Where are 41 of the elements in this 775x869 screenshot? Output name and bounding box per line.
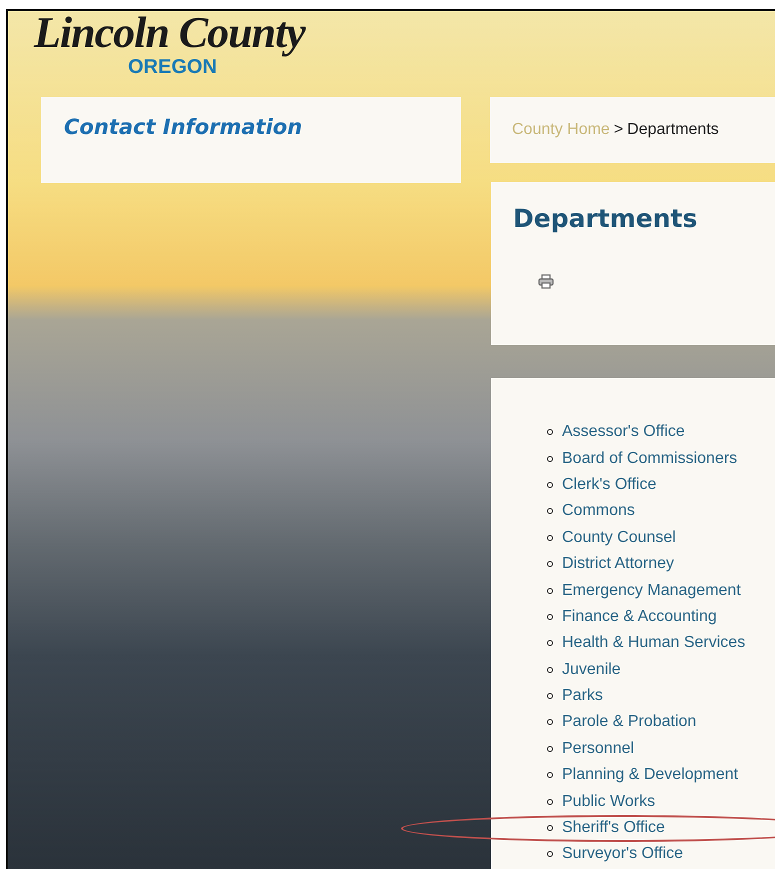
bullet-icon <box>547 640 553 646</box>
department-link[interactable]: Public Works <box>562 792 656 811</box>
department-link[interactable]: Parks <box>562 687 603 706</box>
bullet-icon <box>547 588 553 594</box>
bullet-icon <box>547 851 553 858</box>
department-link[interactable]: Assessor's Office <box>562 423 685 442</box>
bullet-icon <box>547 534 553 541</box>
department-link[interactable]: Personnel <box>562 740 634 758</box>
bullet-icon <box>547 772 553 778</box>
bullet-icon <box>547 693 553 700</box>
department-link[interactable]: Parole & Probation <box>562 713 696 732</box>
logo-title: Lincoln County <box>34 11 307 55</box>
department-link[interactable]: Board of Commissioners <box>562 450 738 468</box>
breadcrumb-current: Departments <box>627 121 719 139</box>
department-link[interactable]: Sheriff's Office <box>562 819 665 838</box>
bullet-icon <box>547 482 553 488</box>
bullet-icon <box>547 508 553 514</box>
department-link[interactable]: Health & Human Services <box>562 634 746 652</box>
bullet-icon <box>547 666 553 673</box>
bullet-icon <box>547 456 553 462</box>
contact-heading: Contact Information <box>64 115 302 139</box>
department-link[interactable]: Surveyor's Office <box>562 845 684 864</box>
breadcrumb-separator: > <box>614 121 624 139</box>
bullet-icon <box>547 798 553 805</box>
bullet-icon <box>547 561 553 568</box>
department-link[interactable]: Juvenile <box>562 660 621 679</box>
page-title: Departments <box>513 204 698 233</box>
bullet-icon <box>547 429 553 436</box>
print-icon[interactable] <box>538 274 554 289</box>
bullet-icon <box>547 719 553 726</box>
department-link[interactable]: Finance & Accounting <box>562 608 717 626</box>
department-link[interactable]: District Attorney <box>562 555 674 574</box>
department-link[interactable]: Commons <box>562 502 635 520</box>
bullet-icon <box>547 614 553 620</box>
department-link[interactable]: County Counsel <box>562 528 676 547</box>
logo-subtitle: OREGON <box>128 56 217 79</box>
bullet-icon <box>547 746 553 752</box>
department-link[interactable]: Emergency Management <box>562 582 741 600</box>
bullet-icon <box>547 825 553 832</box>
department-link[interactable]: Planning & Development <box>562 766 738 784</box>
department-link[interactable]: Clerk's Office <box>562 476 656 494</box>
